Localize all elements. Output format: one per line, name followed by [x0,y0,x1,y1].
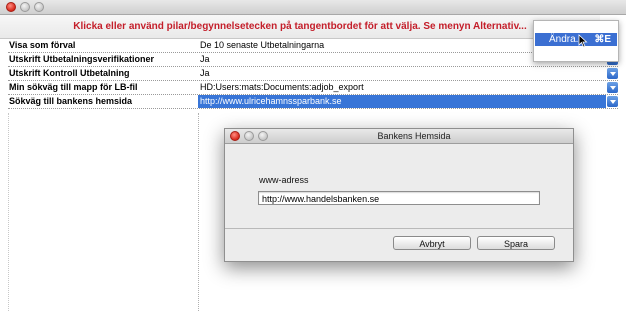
table-row-selected[interactable]: Sökväg till bankens hemsida http://www.u… [8,95,618,109]
main-window: Klicka eller använd pilar/begynnelseteck… [0,0,626,311]
dropdown-arrow-icon[interactable] [607,82,618,93]
window-titlebar [0,0,626,15]
table-row[interactable]: Min sökväg till mapp för LB-fil HD:Users… [8,81,618,95]
row-label: Utskrift Utbetalningsverifikationer [9,54,155,64]
pointer-cursor-icon [578,34,588,48]
url-input[interactable]: http://www.handelsbanken.se [258,191,540,205]
minimize-icon[interactable] [20,2,30,12]
row-label: Utskrift Kontroll Utbetalning [9,68,130,78]
row-value[interactable]: Ja [198,67,606,80]
dropdown-arrow-icon[interactable] [607,68,618,79]
instruction-banner: Klicka eller använd pilar/begynnelseteck… [0,15,600,39]
dialog-separator [225,228,573,229]
close-icon[interactable] [6,2,16,12]
cancel-button[interactable]: Avbryt [393,236,471,250]
row-label: Visa som förval [9,40,76,50]
zoom-icon[interactable] [34,2,44,12]
dialog-titlebar: Bankens Hemsida [225,129,573,144]
homepage-dialog: Bankens Hemsida www-adress http://www.ha… [224,128,574,262]
dropdown-arrow-icon[interactable] [607,96,618,107]
save-button[interactable]: Spara [477,236,555,250]
table-row[interactable]: Visa som förval De 10 senaste Utbetalnin… [8,39,618,53]
menu-item-shortcut: ⌘E [594,34,611,45]
table-row[interactable]: Utskrift Kontroll Utbetalning Ja [8,67,618,81]
column-divider-left [8,113,10,311]
table-row[interactable]: Utskrift Utbetalningsverifikationer Ja [8,53,618,67]
menu-item-edit[interactable]: Ändra... ⌘E [535,33,617,46]
row-label: Min sökväg till mapp för LB-fil [9,82,138,92]
column-divider [198,113,200,311]
url-field-label: www-adress [259,175,309,185]
settings-table: Visa som förval De 10 senaste Utbetalnin… [8,39,618,109]
dialog-title: Bankens Hemsida [377,131,451,141]
row-label: Sökväg till bankens hemsida [9,96,133,106]
row-value[interactable]: HD:Users:mats:Documents:adjob_export [198,81,606,94]
context-popup-menu: Ändra... ⌘E [533,20,619,62]
row-value[interactable]: http://www.ulricehamnssparbank.se [198,95,606,108]
